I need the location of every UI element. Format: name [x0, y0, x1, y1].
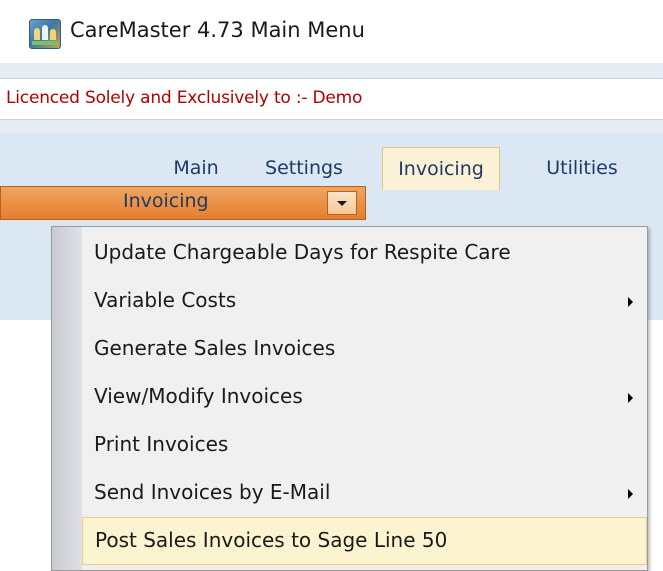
invoicing-combo[interactable]: Invoicing — [0, 186, 366, 220]
menu-item-label: Send Invoices by E-Mail — [94, 480, 331, 504]
menu-item-label: Variable Costs — [94, 288, 237, 312]
tab-settings[interactable]: Settings — [256, 147, 352, 189]
menu-item-label: Generate Sales Invoices — [94, 336, 336, 360]
licence-box: Licenced Solely and Exclusively to :- De… — [0, 78, 663, 120]
submenu-arrow-icon — [628, 393, 633, 403]
menu-item-label: Post Sales Invoices to Sage Line 50 — [95, 528, 448, 552]
invoicing-dropdown-menu: Update Chargeable Days for Respite Care … — [51, 226, 648, 571]
menu-item-view-modify-invoices[interactable]: View/Modify Invoices — [82, 374, 647, 422]
invoicing-combo-label: Invoicing — [123, 190, 209, 212]
menu-item-send-invoices-email[interactable]: Send Invoices by E-Mail — [82, 470, 647, 518]
title-bar: CareMaster 4.73 Main Menu — [0, 0, 663, 62]
menu-item-generate-sales-invoices[interactable]: Generate Sales Invoices — [82, 326, 647, 374]
menu-item-label: View/Modify Invoices — [94, 384, 303, 408]
licence-text: Licenced Solely and Exclusively to :- De… — [6, 88, 363, 108]
tab-utilities[interactable]: Utilities — [532, 147, 632, 189]
submenu-arrow-icon — [628, 489, 633, 499]
app-icon — [29, 19, 61, 49]
menu-item-update-chargeable-days[interactable]: Update Chargeable Days for Respite Care — [82, 230, 647, 278]
menu-item-print-invoices[interactable]: Print Invoices — [82, 422, 647, 470]
menu-item-post-sales-invoices-sage[interactable]: Post Sales Invoices to Sage Line 50 — [82, 517, 647, 565]
menu-item-label: Update Chargeable Days for Respite Care — [94, 240, 511, 264]
submenu-arrow-icon — [628, 297, 633, 307]
menu-gutter — [52, 227, 82, 570]
tab-invoicing[interactable]: Invoicing — [382, 147, 500, 190]
tab-main[interactable]: Main — [160, 147, 232, 189]
menu-item-label: Print Invoices — [94, 432, 229, 456]
menu-item-variable-costs[interactable]: Variable Costs — [82, 278, 647, 326]
chevron-down-icon — [337, 201, 347, 206]
window-title: CareMaster 4.73 Main Menu — [70, 18, 365, 42]
licence-bar: Licenced Solely and Exclusively to :- De… — [0, 63, 663, 133]
combo-dropdown-button[interactable] — [327, 191, 357, 215]
